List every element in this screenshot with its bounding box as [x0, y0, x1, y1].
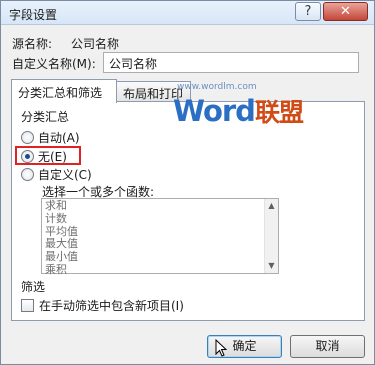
tab-panel: 分类汇总 自动(A) 无(E) 自定义(C) 选择一个或多个函数: 求和 计数 … — [11, 101, 365, 321]
custom-name-label: 自定义名称(M): — [12, 57, 96, 71]
radio-automatic-button[interactable] — [21, 131, 34, 144]
field-settings-dialog: 字段设置 ? ✕ 源名称: 公司名称 自定义名称(M): 公司名称 分类汇总和筛… — [0, 0, 375, 365]
watermark-cn: 联盟 — [254, 98, 304, 127]
custom-name-input[interactable]: 公司名称 — [103, 52, 359, 73]
source-name-value: 公司名称 — [71, 37, 120, 51]
close-button[interactable]: ✕ — [323, 2, 368, 21]
scroll-up-icon[interactable]: ▲ — [265, 199, 278, 213]
watermark-url: www.wordlm.com — [177, 82, 257, 92]
radio-automatic[interactable]: 自动(A) — [21, 129, 80, 146]
filter-heading: 筛选 — [21, 280, 46, 294]
mouse-cursor-icon — [215, 339, 227, 357]
radio-none-button[interactable] — [21, 150, 34, 163]
radio-custom-label: 自定义(C) — [38, 168, 92, 182]
list-item[interactable]: 平均值 — [45, 225, 275, 239]
include-new-items-option[interactable]: 在手动筛选中包含新项目(I) — [21, 297, 184, 314]
radio-none-label: 无(E) — [38, 150, 67, 164]
radio-custom-button[interactable] — [21, 168, 34, 181]
list-item[interactable]: 求和 — [45, 199, 275, 213]
radio-custom[interactable]: 自定义(C) — [21, 166, 92, 183]
include-new-items-checkbox[interactable] — [21, 299, 34, 312]
source-name-label: 源名称: — [12, 37, 53, 51]
function-listbox[interactable]: 求和 计数 平均值 最大值 最小值 乘积 ▲ ▼ — [41, 198, 279, 277]
list-item[interactable]: 计数 — [45, 212, 275, 226]
title-bar: 字段设置 ? ✕ — [1, 1, 374, 25]
list-item[interactable]: 最小值 — [45, 250, 275, 264]
tab-subtotals-filters[interactable]: 分类汇总和筛选 — [11, 79, 117, 103]
watermark-word: Word — [173, 94, 256, 128]
watermark-logo: Word联盟 — [173, 93, 304, 129]
listbox-scrollbar[interactable]: ▲ ▼ — [264, 199, 278, 273]
cancel-button[interactable]: 取消 — [290, 335, 365, 358]
list-item[interactable]: 最大值 — [45, 238, 275, 251]
subtotals-heading: 分类汇总 — [21, 110, 70, 124]
list-item[interactable]: 乘积 — [45, 263, 275, 277]
help-button[interactable]: ? — [295, 2, 321, 21]
radio-automatic-label: 自动(A) — [38, 131, 80, 145]
dialog-title: 字段设置 — [9, 8, 58, 22]
scroll-down-icon[interactable]: ▼ — [265, 259, 278, 273]
radio-none[interactable]: 无(E) — [21, 148, 67, 165]
include-new-items-label: 在手动筛选中包含新项目(I) — [39, 299, 184, 313]
